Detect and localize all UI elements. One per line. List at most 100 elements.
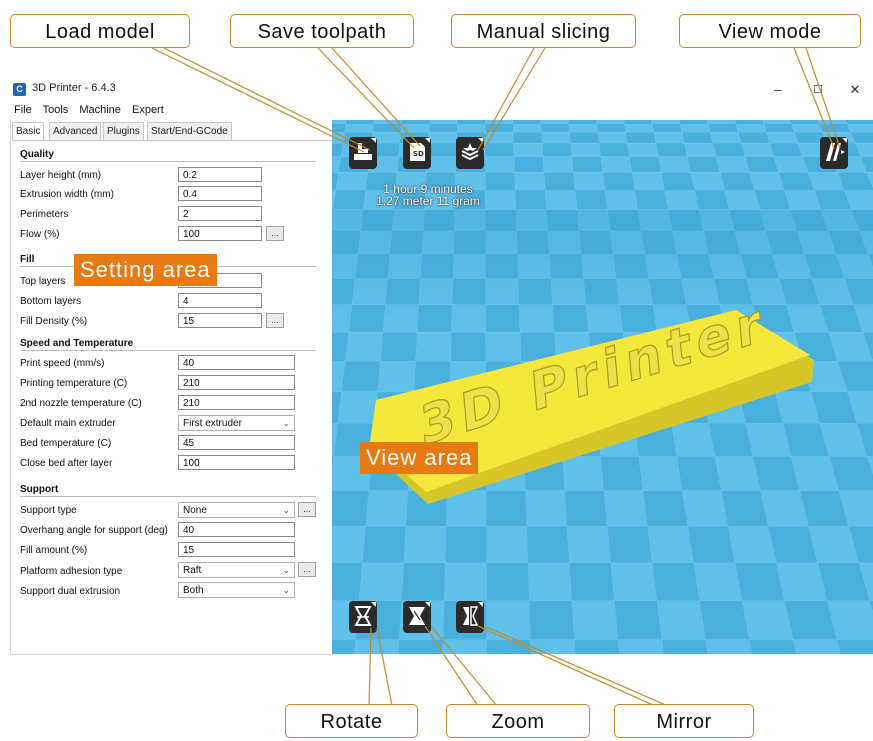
fill-density-more-button[interactable]: ... (266, 313, 284, 328)
floor-tile (819, 124, 851, 133)
section-title-speed: Speed and Temperature (20, 338, 134, 349)
floor-tile (769, 143, 803, 157)
view-mode-button[interactable] (820, 137, 848, 169)
nozzle2-temp-input[interactable]: 210 (178, 395, 295, 410)
floor-tile (372, 124, 402, 133)
floor-tile (568, 120, 597, 124)
floor-tile (716, 156, 750, 173)
minimize-button[interactable]: – (766, 79, 790, 101)
menu-machine[interactable]: Machine (79, 104, 121, 116)
floor-tile (544, 172, 575, 190)
floor-tile (607, 526, 653, 563)
chevron-down-icon: ⌄ (282, 418, 290, 428)
floor-tile (542, 156, 574, 173)
floor-tile (652, 124, 682, 133)
floor-tile (643, 490, 688, 527)
floor-tile (513, 143, 543, 157)
load-model-button[interactable] (349, 137, 377, 169)
floor-tile (337, 391, 378, 424)
fill-amount-input[interactable]: 15 (178, 542, 295, 557)
adhesion-more-button[interactable]: ... (298, 562, 316, 577)
floor-tile (596, 124, 626, 133)
save-toolpath-button[interactable]: SD (403, 137, 431, 169)
floor-tile (603, 490, 648, 527)
tab-basic[interactable]: Basic (12, 122, 45, 141)
callout-zoom: Zoom (446, 704, 590, 738)
floor-tile (647, 526, 694, 563)
floor-tile (485, 120, 513, 124)
print-usage: 1.27 meter 11 gram (376, 194, 480, 208)
fill-density-input[interactable]: 15 (178, 313, 262, 328)
tab-start-end-gcode[interactable]: Start/End-GCode (147, 122, 232, 140)
bed-temp-input[interactable]: 45 (178, 435, 295, 450)
bottom-layers-input[interactable]: 4 (178, 293, 262, 308)
overhang-input[interactable]: 40 (178, 522, 295, 537)
chevron-down-icon: ⌄ (282, 565, 290, 575)
flow-input[interactable]: 100 (178, 226, 262, 241)
callout-rotate: Rotate (285, 704, 418, 738)
floor-tile (485, 156, 515, 173)
floor-tile (332, 120, 347, 124)
extrusion-width-input[interactable]: 0.4 (178, 186, 262, 201)
fill-amount-label: Fill amount (%) (20, 545, 88, 556)
close-button[interactable]: ✕ (843, 79, 867, 101)
section-divider (20, 350, 316, 351)
floor-tile (818, 120, 848, 124)
floor-tile (676, 456, 722, 491)
print-temp-input[interactable]: 210 (178, 375, 295, 390)
floor-tile (624, 124, 654, 133)
floor-tile (681, 132, 713, 144)
maximize-button[interactable]: ☐ (806, 79, 830, 101)
tab-plugins[interactable]: Plugins (103, 122, 144, 140)
close-bed-input[interactable]: 100 (178, 455, 295, 470)
perimeters-input[interactable]: 2 (178, 206, 262, 221)
support-type-select[interactable]: None ⌄ (178, 502, 295, 518)
floor-tile (450, 332, 486, 362)
floor-tile (600, 456, 643, 491)
floor-tile (341, 361, 381, 392)
print-temp-label: Printing temperature (C) (20, 378, 128, 389)
menu-tools[interactable]: Tools (43, 104, 69, 116)
floor-tile (694, 190, 730, 210)
section-title-fill: Fill (20, 254, 35, 265)
layer-height-input[interactable]: 0.2 (178, 167, 262, 182)
tab-advanced[interactable]: Advanced (49, 122, 102, 140)
floor-tile (596, 120, 625, 124)
rotate-button[interactable] (349, 601, 377, 633)
dropdown-indicator-icon (425, 602, 430, 607)
floor-tile (734, 120, 764, 124)
floor-tile (707, 120, 736, 124)
floor-tile (766, 132, 799, 144)
floor-tile (625, 132, 656, 144)
floor-tile (400, 124, 430, 133)
floor-tile (380, 332, 418, 362)
floor-tile (486, 526, 528, 563)
floor-tile (332, 132, 345, 144)
zoom-button[interactable] (403, 601, 431, 633)
main-extruder-select[interactable]: First extruder ⌄ (178, 415, 295, 431)
floor-tile (514, 156, 544, 173)
floor-tile (680, 124, 710, 133)
floor-tile (693, 562, 743, 601)
print-speed-input[interactable]: 40 (178, 355, 295, 370)
floor-tile (634, 190, 669, 210)
floor-tile (720, 172, 755, 190)
title-bar (10, 76, 873, 104)
menu-file[interactable]: File (14, 104, 32, 116)
floor-tile (332, 562, 363, 601)
dual-extrusion-select[interactable]: Both ⌄ (178, 582, 295, 598)
menu-expert[interactable]: Expert (132, 104, 164, 116)
adhesion-select[interactable]: Raft ⌄ (178, 562, 295, 578)
callout-manual-slicing: Manual slicing (451, 14, 636, 48)
mirror-button[interactable] (456, 601, 484, 633)
flow-more-button[interactable]: ... (266, 226, 284, 241)
floor-tile (684, 143, 717, 157)
floor-tile (652, 562, 700, 601)
floor-tile (529, 600, 575, 640)
manual-slicing-button[interactable] (456, 137, 484, 169)
floor-tile (332, 526, 366, 563)
floor-tile (486, 639, 532, 654)
floor-tile (627, 143, 659, 157)
support-type-more-button[interactable]: ... (298, 502, 316, 517)
floor-tile (528, 562, 572, 601)
